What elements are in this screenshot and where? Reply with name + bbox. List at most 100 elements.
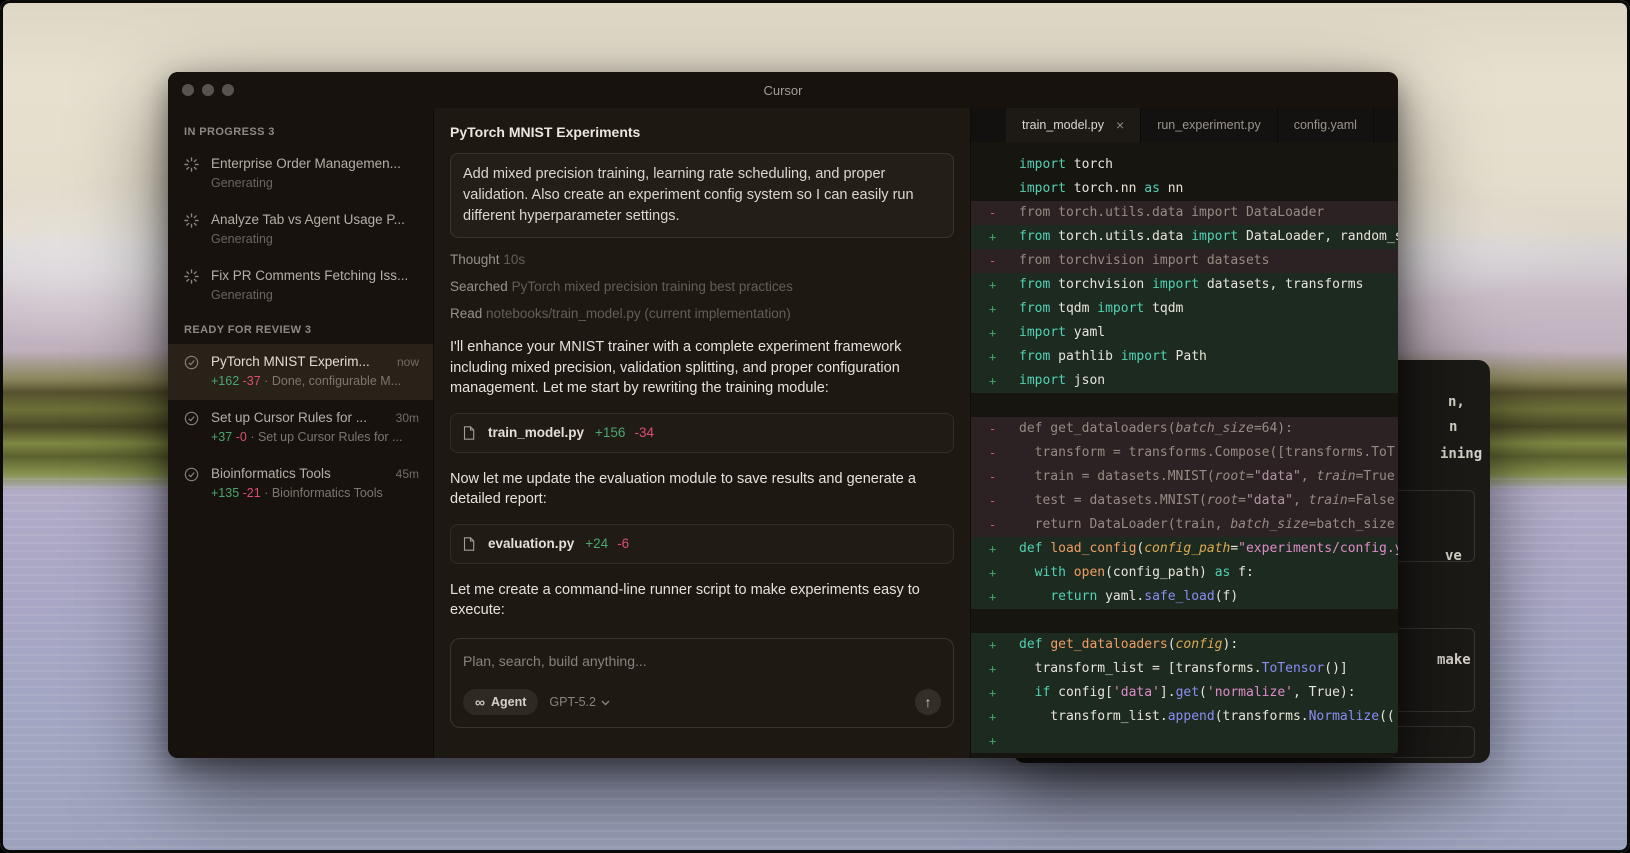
background-window-text: make (1437, 652, 1471, 668)
editor-panel: train_model.py × run_experiment.py config.y… (971, 108, 1398, 758)
code-token: return (1050, 589, 1098, 604)
diff-marker: - (989, 446, 997, 460)
editor-tab-train_model-py[interactable]: train_model.py × (1006, 108, 1142, 142)
task-title-row: Set up Cursor Rules for ... 30m (211, 410, 419, 425)
task-main: Enterprise Order Managemen... Generating (211, 156, 419, 190)
agent-mode-selector[interactable]: ∞ Agent (463, 688, 539, 715)
diff-marker: + (989, 542, 997, 556)
deletions-count: -21 (242, 486, 261, 500)
composer-input[interactable]: Plan, search, build anything... (463, 653, 941, 669)
code-line: import torch.nn as nn (971, 177, 1398, 201)
code-token: if (1034, 685, 1051, 700)
code-token: 'data' (1112, 685, 1160, 700)
code-token: get_dataloaders (1050, 637, 1168, 652)
spinner-icon (184, 213, 200, 233)
titlebar[interactable]: Cursor (168, 72, 1398, 108)
code-line: - return DataLoader(train, batch_size=ba… (971, 513, 1398, 537)
diff-marker: + (989, 686, 997, 700)
sidebar-task-review[interactable]: PyTorch MNIST Experim... now +162 -37 · Do… (168, 344, 433, 400)
task-diff-summary: +162 -37 · Done, configurable M... (211, 374, 419, 388)
task-main: Fix PR Comments Fetching Iss... Generatin… (211, 268, 419, 302)
agent-step-detail: notebooks/train_model.py (current implem… (486, 306, 791, 321)
file-diff-chip[interactable]: evaluation.py +24 -6 (450, 523, 954, 564)
sidebar-section-header: READY FOR REVIEW 3 (184, 324, 312, 336)
code-diff-view[interactable]: import torch import torch.nn as nn - from t… (971, 142, 1398, 758)
code-token: yaml (1065, 325, 1106, 340)
code-line: + if config['data'].get('normalize', Tru… (971, 681, 1398, 705)
agent-step: Thought 10s (450, 252, 954, 267)
user-message: Add mixed precision training, learning r… (450, 153, 954, 238)
screenshot-frame: n, n ining ve make Cursor IN PROGRESS 3 Enter… (0, 0, 1630, 853)
deletions-count: -34 (634, 425, 654, 440)
code-line: + from pathlib import Path (971, 345, 1398, 369)
send-button[interactable]: ↑ (915, 688, 941, 715)
composer-toolbar: ∞ Agent GPT-5.2 ↑ (463, 688, 941, 715)
code-token: tqdm (1144, 301, 1184, 316)
code-token: config[ (1050, 685, 1113, 700)
code-token: , (1292, 493, 1309, 508)
editor-tab-config-yaml[interactable]: config.yaml (1277, 108, 1374, 142)
background-window-text: n (1449, 419, 1458, 435)
agent-step: Searched PyTorch mixed precision trainin… (450, 279, 954, 294)
code-token: , True): (1292, 685, 1356, 700)
code-line: + transform_list.append(transforms.Norma… (971, 705, 1398, 729)
minimize-window-button[interactable] (202, 84, 214, 96)
additions-count: +156 (595, 425, 626, 440)
sidebar-task-review[interactable]: Bioinformatics Tools 45m +135 -21 · Bioinf… (168, 456, 433, 512)
check-circle-icon (184, 467, 200, 487)
code-token: ( (1199, 685, 1207, 700)
agent-chat-panel: PyTorch MNIST Experiments Add mixed prec… (434, 108, 971, 758)
code-line: - from torchvision import datasets (971, 249, 1398, 273)
check-circle-icon (184, 355, 200, 375)
agent-step: Read notebooks/train_model.py (current i… (450, 306, 954, 321)
code-token: tqdm (1050, 301, 1098, 316)
check-circle-icon (184, 411, 200, 431)
tab-label: train_model.py (1022, 118, 1104, 132)
diff-marker: + (989, 302, 997, 316)
close-window-button[interactable] (182, 84, 194, 96)
model-selector[interactable]: GPT-5.2 (549, 695, 610, 709)
code-line: - train = datasets.MNIST(root="data", tr… (971, 465, 1398, 489)
agent-step-detail: PyTorch mixed precision training best pr… (511, 279, 793, 294)
code-token: append (1167, 709, 1215, 724)
maximize-window-button[interactable] (222, 84, 234, 96)
code-token: safe_load (1144, 589, 1215, 604)
task-main: Set up Cursor Rules for ... 30m +37 -0 · S… (211, 410, 419, 444)
diff-marker: + (989, 590, 997, 604)
close-icon[interactable]: × (1116, 117, 1124, 133)
task-title-row: Bioinformatics Tools 45m (211, 466, 419, 481)
editor-tab-run_experiment-py[interactable]: run_experiment.py (1141, 108, 1278, 142)
file-diff-chip[interactable]: train_model.py +156 -34 (450, 412, 954, 453)
code-token: import (1019, 325, 1066, 340)
task-title: Fix PR Comments Fetching Iss... (211, 268, 409, 283)
composer[interactable]: Plan, search, build anything... ∞ Agent … (450, 637, 954, 728)
sidebar-section-header: IN PROGRESS 3 (184, 126, 275, 138)
sidebar-task-in-progress[interactable]: Fix PR Comments Fetching Iss... Generatin… (168, 258, 433, 314)
infinity-icon: ∞ (475, 693, 485, 710)
sidebar-task-in-progress[interactable]: Analyze Tab vs Agent Usage P... Generatin… (168, 202, 433, 258)
code-token: test = datasets.MNIST( (1019, 493, 1207, 508)
code-token: =batch_size (1308, 517, 1395, 532)
window-controls (182, 84, 234, 96)
code-token: (config_path) (1105, 565, 1215, 580)
task-title: Analyze Tab vs Agent Usage P... (211, 212, 405, 227)
task-status: Generating (211, 176, 273, 190)
code-token: def get_dataloaders( (1019, 421, 1176, 436)
code-token: load_config (1050, 541, 1137, 556)
code-token: torch.nn (1065, 181, 1145, 196)
code-token: yaml. (1097, 589, 1145, 604)
code-token: return DataLoader(train, (1019, 517, 1231, 532)
sidebar-task-in-progress[interactable]: Enterprise Order Managemen... Generating (168, 146, 433, 202)
code-token: torch.utils.data (1050, 229, 1192, 244)
diff-marker: + (989, 374, 997, 388)
diff-marker: + (989, 662, 997, 676)
code-token: import (1019, 373, 1066, 388)
agent-message: Now let me update the evaluation module … (450, 470, 916, 508)
code-token: f: (1230, 565, 1254, 580)
sidebar-task-review[interactable]: Set up Cursor Rules for ... 30m +37 -0 · S… (168, 400, 433, 456)
code-token: json (1065, 373, 1106, 388)
diff-marker: - (989, 422, 997, 436)
code-line: + transform_list = [transforms.ToTensor(… (971, 657, 1398, 681)
code-token: "data" (1245, 493, 1293, 508)
